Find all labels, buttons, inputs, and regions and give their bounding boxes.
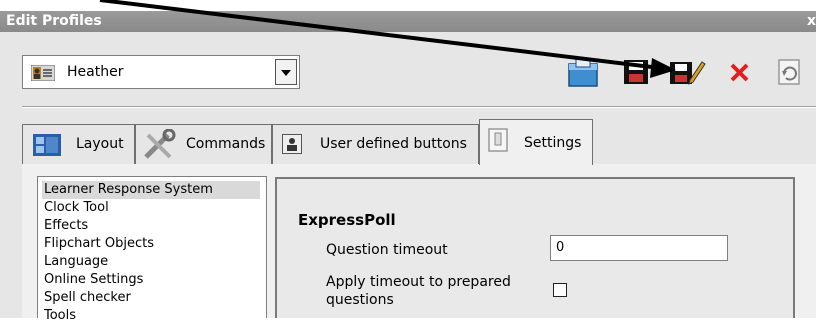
apply-timeout-label-line2: questions [326,292,394,308]
group-title: ExpressPoll [298,211,396,229]
toolbar-separator [22,106,816,108]
user-button-icon [282,134,302,158]
question-timeout-label: Question timeout [326,242,448,258]
list-item[interactable]: Flipchart Objects [44,235,154,253]
settings-page-icon [486,128,512,158]
list-item[interactable]: Language [44,253,108,271]
tab-label: Settings [524,135,582,151]
tab-label: User defined buttons [320,136,467,152]
question-timeout-field[interactable]: 0 [550,235,728,261]
list-item[interactable]: Effects [44,217,88,235]
list-item[interactable]: Spell checker [44,289,131,307]
settings-category-list[interactable]: Learner Response System Clock Tool Effec… [37,176,267,323]
tab-label: Commands [186,136,266,152]
tab-layout[interactable]: Layout [22,124,135,164]
list-item[interactable]: Tools [44,307,76,325]
tab-label: Layout [76,136,124,152]
tab-commands[interactable]: Commands [135,124,272,164]
list-item[interactable]: Clock Tool [44,199,109,217]
tab-settings[interactable]: Settings [479,119,593,165]
apply-timeout-checkbox[interactable] [553,283,567,297]
list-item[interactable]: Learner Response System [42,181,260,199]
list-item[interactable]: Online Settings [44,271,143,289]
layout-icon [33,134,61,160]
tools-icon [142,128,176,165]
tab-user-defined-buttons[interactable]: User defined buttons [272,124,479,164]
apply-timeout-label: Apply timeout to prepared [326,274,511,290]
